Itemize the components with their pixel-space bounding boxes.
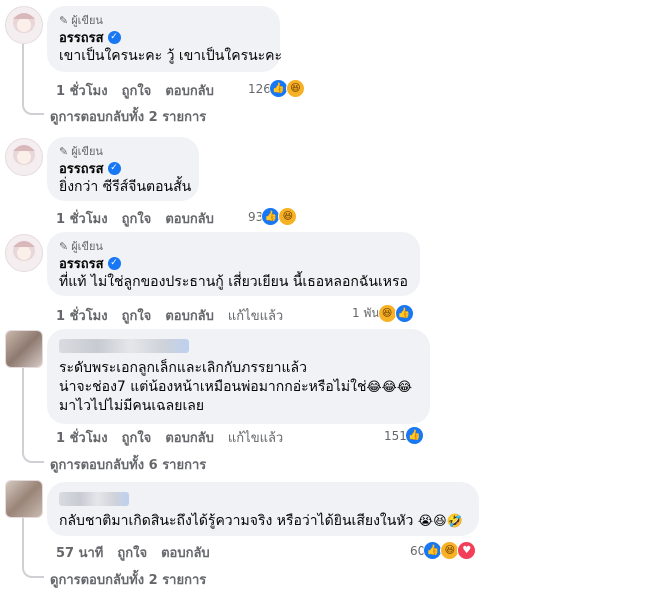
comment-author[interactable]: อรรถรส ✓ xyxy=(59,28,268,47)
reply-button[interactable]: ตอบกลับ xyxy=(165,427,214,448)
thread-line xyxy=(22,515,24,560)
avatar-image xyxy=(6,481,42,517)
avatar[interactable] xyxy=(5,6,43,44)
reaction-count: 151 xyxy=(384,428,407,443)
reply-button[interactable]: ตอบกลับ xyxy=(165,208,214,229)
reply-button[interactable]: ตอบกลับ xyxy=(161,542,210,563)
love-icon: ♥ xyxy=(457,541,477,560)
pencil-icon: ✎ xyxy=(59,239,69,253)
reply-button[interactable]: ตอบกลับ xyxy=(165,80,214,101)
comment-text: มาไวไปไม่มีคนเฉลยเลย xyxy=(59,398,205,414)
thread-connector xyxy=(22,556,44,578)
comment-time[interactable]: 1 ชั่วโมง xyxy=(56,80,108,101)
comment-actions: 1 ชั่วโมง ถูกใจ ตอบกลับ xyxy=(56,80,214,101)
author-badge: ✎ ผู้เขียน xyxy=(59,143,187,159)
avatar[interactable] xyxy=(5,480,43,518)
haha-icon: 😆 xyxy=(278,207,298,226)
avatar[interactable] xyxy=(5,234,43,272)
avatar-image xyxy=(6,139,42,175)
verified-badge-icon: ✓ xyxy=(107,162,121,175)
pencil-icon: ✎ xyxy=(59,13,69,27)
like-button[interactable]: ถูกใจ xyxy=(122,80,152,101)
like-button[interactable]: ถูกใจ xyxy=(122,427,152,448)
comment-author[interactable]: อรรถรส ✓ xyxy=(59,159,187,178)
view-replies-link[interactable]: ดูการตอบกลับทั้ง 2 รายการ xyxy=(50,106,206,127)
comment-time[interactable]: 1 ชั่วโมง xyxy=(56,305,108,326)
haha-icon: 😆 xyxy=(377,304,397,323)
reaction-summary[interactable]: 151 👍 xyxy=(384,426,424,445)
reaction-count: 126 xyxy=(248,81,271,96)
like-button[interactable]: ถูกใจ xyxy=(122,208,152,229)
edited-label: แก้ไขแล้ว xyxy=(227,431,284,446)
comment-time[interactable]: 1 ชั่วโมง xyxy=(56,208,108,229)
comment-bubble: ✎ ผู้เขียน อรรถรส ✓ เขาเป็นใครนะคะ วู้ เ… xyxy=(47,6,283,72)
comment-time[interactable]: 1 ชั่วโมง xyxy=(56,427,108,448)
reaction-count: 1 พัน xyxy=(352,306,380,320)
reaction-summary[interactable]: 126 👍 😆 xyxy=(248,79,305,98)
view-replies-link[interactable]: ดูการตอบกลับทั้ง 2 รายการ xyxy=(50,569,206,590)
comment-text: เขาเป็นใครนะคะ วู้ เขาเป็นใครนะคะ xyxy=(59,48,283,64)
author-name-redacted xyxy=(59,339,189,353)
comment-time[interactable]: 57 นาที xyxy=(56,542,103,563)
comment-bubble: ✎ ผู้เขียน อรรถรส ✓ ยิ่งกว่า ซีรีส์จีนตอ… xyxy=(47,137,199,201)
like-icon: 👍 xyxy=(404,426,424,445)
pencil-icon: ✎ xyxy=(59,144,69,158)
author-badge: ✎ ผู้เขียน xyxy=(59,238,408,254)
like-button[interactable]: ถูกใจ xyxy=(122,305,152,326)
reaction-summary[interactable]: 60 👍 😆 ♥ xyxy=(410,541,477,560)
reply-button[interactable]: ตอบกลับ xyxy=(165,305,214,326)
verified-badge-icon: ✓ xyxy=(107,257,121,270)
haha-icon: 😆 xyxy=(285,79,305,98)
comment-text-line: น่าจะช่อง7 แต่น้องหน้าเหมือนพ่อมากกอ่ะหร… xyxy=(59,378,418,397)
comment-actions: 1 ชั่วโมง ถูกใจ ตอบกลับ แก้ไขแล้ว xyxy=(56,427,283,448)
edited-label: แก้ไขแล้ว xyxy=(227,309,284,324)
comment-text: กลับชาติมาเกิดสินะถึงได้รู้ความจริง หรือ… xyxy=(59,513,414,529)
reaction-summary[interactable]: 93 👍 😆 xyxy=(248,207,298,226)
avatar[interactable] xyxy=(5,138,43,176)
comment-text-part: น่าจะช่อง7 แต่น้องหน้าเหมือนพ่อมากกอ่ะหร… xyxy=(59,379,367,395)
avatar-image xyxy=(6,235,42,271)
author-badge: ✎ ผู้เขียน xyxy=(59,12,268,28)
emoji-icon: 😭😆🤣 xyxy=(417,514,463,529)
laughing-emoji-icon: 😂😂😂 xyxy=(366,380,413,395)
author-name[interactable]: อรรถรส xyxy=(59,158,104,179)
comment-bubble: ระดับพระเอกลูกเล็กและเลิกกับภรรยาแล้ว น่… xyxy=(47,329,430,424)
reaction-summary[interactable]: 1 พัน 😆 👍 xyxy=(352,304,414,323)
avatar-image xyxy=(6,331,42,367)
comment-text-line: กลับชาติมาเกิดสินะถึงได้รู้ความจริง หรือ… xyxy=(59,512,467,531)
comment-text: ระดับพระเอกลูกเล็กและเลิกกับภรรยาแล้ว xyxy=(59,360,307,376)
thread-line xyxy=(22,364,24,444)
view-replies-link[interactable]: ดูการตอบกลับทั้ง 6 รายการ xyxy=(50,454,206,475)
comment-bubble: กลับชาติมาเกิดสินะถึงได้รู้ความจริง หรือ… xyxy=(47,482,479,536)
verified-badge-icon: ✓ xyxy=(107,31,121,44)
comment-text: ยิ่งกว่า ซีรีส์จีนตอนสั้น xyxy=(59,179,192,195)
comment-actions: 1 ชั่วโมง ถูกใจ ตอบกลับ xyxy=(56,208,214,229)
comment-author[interactable]: อรรถรส ✓ xyxy=(59,254,408,273)
author-name[interactable]: อรรถรส xyxy=(59,27,104,48)
comment-bubble: ✎ ผู้เขียน อรรถรส ✓ ที่แท้ ไม่ใช่ลูกของป… xyxy=(47,232,420,296)
like-button[interactable]: ถูกใจ xyxy=(117,542,147,563)
avatar-image xyxy=(6,7,42,43)
comment-text: ที่แท้ ไม่ใช่ลูกของประธานกู้ เสี่ยวเยียน… xyxy=(59,274,408,290)
avatar[interactable] xyxy=(5,330,43,368)
author-name[interactable]: อรรถรส xyxy=(59,253,104,274)
comment-actions: 57 นาที ถูกใจ ตอบกลับ xyxy=(56,542,210,563)
comment-actions: 1 ชั่วโมง ถูกใจ ตอบกลับ แก้ไขแล้ว xyxy=(56,305,283,326)
thread-connector xyxy=(22,90,44,115)
like-icon: 👍 xyxy=(394,304,414,323)
author-name-redacted xyxy=(59,492,129,506)
thread-connector xyxy=(22,440,44,463)
